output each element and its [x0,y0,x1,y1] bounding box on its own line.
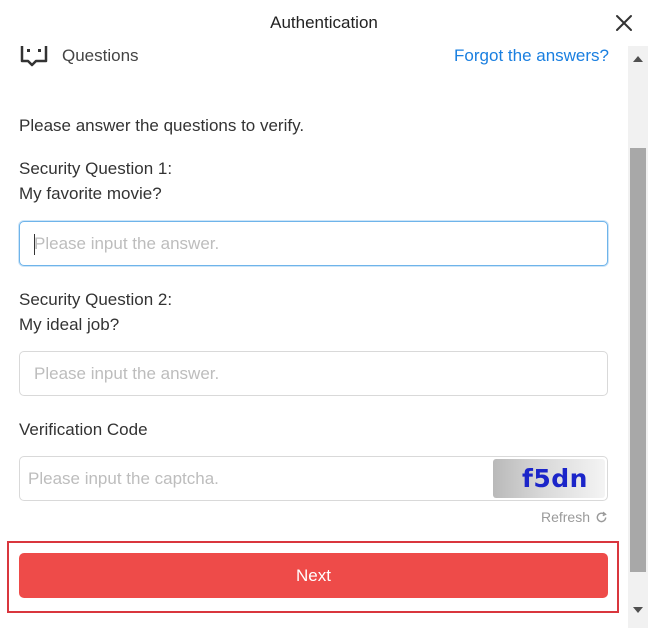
captcha-field[interactable]: f5dn [19,456,608,501]
section-header: Questions Forgot the answers? [19,46,609,68]
question-2-block: Security Question 2: My ideal job? [19,287,172,337]
scroll-down-arrow-icon[interactable] [633,607,643,613]
title-bar: Authentication [0,0,648,46]
question-2-text: My ideal job? [19,315,120,334]
chat-dots-icon [20,46,48,67]
close-icon [616,15,632,31]
question-1-label: Security Question 1: [19,159,173,178]
dialog-content: Questions Forgot the answers? Please ans… [0,46,628,628]
answer-2-input[interactable] [20,352,607,395]
vertical-scrollbar[interactable] [628,46,648,628]
window-title: Authentication [270,13,378,32]
intro-text: Please answer the questions to verify. [19,116,305,135]
text-caret [34,234,35,255]
question-1-text: My favorite movie? [19,184,162,203]
scrollbar-thumb[interactable] [630,148,646,572]
answer-1-input[interactable] [20,222,607,265]
scroll-up-arrow-icon[interactable] [633,56,643,62]
captcha-image[interactable]: f5dn [493,459,605,498]
refresh-label: Refresh [540,509,590,525]
refresh-captcha-button[interactable]: Refresh [541,509,608,525]
answer-1-field[interactable] [19,221,608,266]
section-title: Questions [62,46,139,65]
refresh-icon [596,511,607,522]
captcha-code: f5dn [522,464,588,493]
close-button[interactable] [612,11,636,35]
verification-code-label: Verification Code [19,420,148,439]
question-1-block: Security Question 1: My favorite movie? [19,156,172,206]
answer-2-field[interactable] [19,351,608,396]
question-2-label: Security Question 2: [19,290,173,309]
captcha-input[interactable] [20,457,490,500]
next-button[interactable]: Next [19,553,608,598]
forgot-answers-link[interactable]: Forgot the answers? [454,46,609,66]
